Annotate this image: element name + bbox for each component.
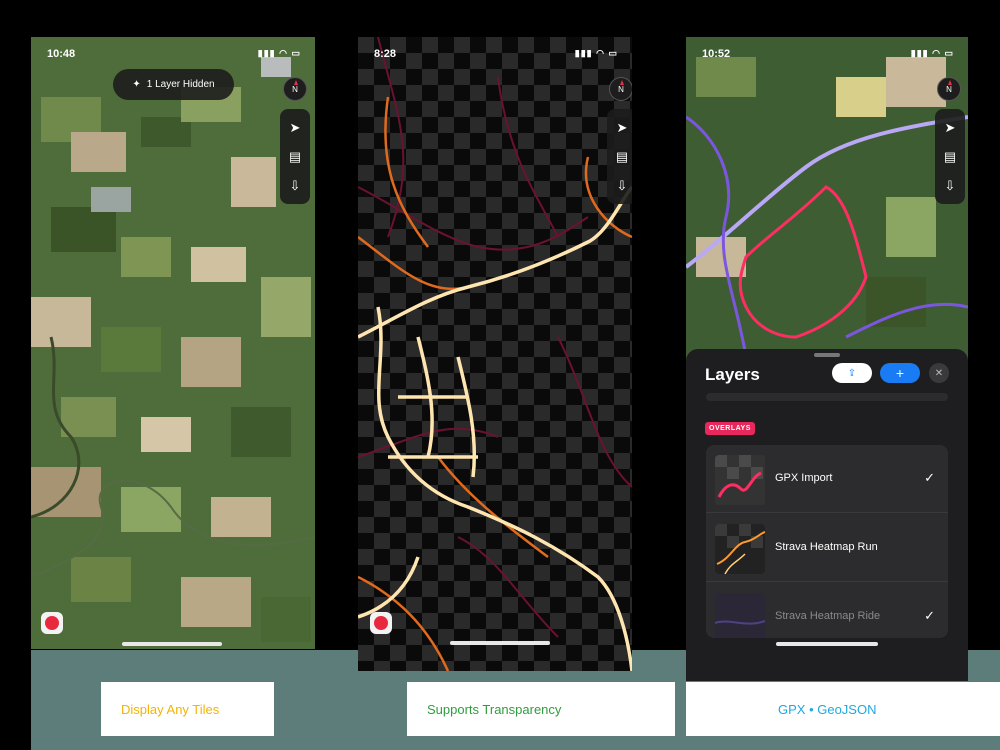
share-button[interactable]: ⇪ (832, 363, 872, 383)
app-logo-button[interactable] (370, 612, 392, 634)
status-icons: ▮▮▮ ◠ ▭ (910, 48, 954, 58)
add-layer-button[interactable]: + (880, 363, 920, 383)
caption-text: Supports Transparency (427, 701, 562, 717)
caption-gpx-geojson: GPX • GeoJSON (686, 682, 1000, 736)
map-icon[interactable]: ▤ (289, 150, 301, 163)
gpx-map[interactable] (686, 37, 968, 357)
layers-sheet: Layers ⇪ + ✕ OVERLAYS GPX Import ✓ Strav… (686, 349, 968, 681)
locate-icon[interactable]: ➤ (290, 121, 301, 134)
status-time: 8:28 (374, 48, 397, 60)
compass-label: N (618, 84, 624, 94)
overlays-badge: OVERLAYS (705, 422, 755, 435)
status-bar: 10:48 ▮▮▮ ◠ ▭ (47, 48, 301, 60)
satellite-map[interactable] (31, 37, 315, 649)
layer-row-strava-run[interactable]: Strava Heatmap Run (706, 514, 948, 582)
caption-display-tiles: Display Any Tiles (101, 682, 274, 736)
layer-name: GPX Import (775, 472, 833, 484)
sheet-title: Layers (705, 365, 760, 384)
checkmark-icon: ✓ (924, 608, 935, 623)
checkmark-icon: ✓ (924, 470, 935, 485)
map-toolbar: ➤ ▤ ⇩ (935, 109, 965, 204)
compass-label: N (946, 84, 952, 94)
download-icon[interactable]: ⇩ (290, 179, 301, 192)
layer-hidden-pill[interactable]: ✦ 1 Layer Hidden (113, 69, 234, 100)
layer-thumbnail (715, 455, 765, 505)
status-time: 10:52 (702, 48, 731, 60)
pill-label: 1 Layer Hidden (146, 79, 215, 90)
compass-icon[interactable]: N (609, 77, 632, 101)
status-time: 10:48 (47, 48, 76, 60)
caption-transparency: Supports Transparency (407, 682, 675, 736)
plus-icon: + (895, 365, 905, 381)
caption-text: Display Any Tiles (121, 701, 220, 717)
compass-icon[interactable]: N (283, 77, 307, 101)
download-icon[interactable]: ⇩ (945, 179, 956, 192)
layer-list: GPX Import ✓ Strava Heatmap Run Strava H… (706, 445, 948, 638)
map-icon[interactable]: ▤ (944, 150, 956, 163)
app-logo-button[interactable] (41, 612, 63, 634)
close-button[interactable]: ✕ (929, 363, 949, 383)
layer-row-strava-ride[interactable]: Strava Heatmap Ride ✓ (706, 583, 948, 638)
locate-icon[interactable]: ➤ (617, 121, 628, 134)
layer-name: Strava Heatmap Run (775, 541, 878, 553)
share-icon: ⇪ (847, 367, 857, 379)
phone-screen-layers: 10:52 ▮▮▮ ◠ ▭ N ➤ ▤ ⇩ Layers ⇪ + ✕ OVERL… (686, 37, 968, 681)
phone-screen-heatmap: 8:28 ▮▮▮ ◠ ▭ N ➤ ▤ ⇩ (358, 37, 632, 671)
caption-text: GPX • GeoJSON (778, 701, 877, 717)
layer-thumbnail (715, 524, 765, 574)
home-indicator (122, 642, 222, 646)
phone-screen-satellite: 10:48 ▮▮▮ ◠ ▭ ✦ 1 Layer Hidden N ➤ ▤ ⇩ (31, 37, 315, 649)
map-icon[interactable]: ▤ (616, 150, 628, 163)
heatmap-map[interactable] (358, 37, 632, 671)
layer-row-gpx-import[interactable]: GPX Import ✓ (706, 445, 948, 513)
compass-icon[interactable]: N (937, 77, 961, 101)
status-bar: 10:52 ▮▮▮ ◠ ▭ (702, 48, 954, 60)
layer-thumbnail (715, 593, 765, 638)
status-icons: ▮▮▮ ◠ ▭ (257, 48, 301, 58)
home-indicator (450, 641, 550, 645)
magic-wand-icon: ✦ (132, 79, 141, 90)
status-bar: 8:28 ▮▮▮ ◠ ▭ (374, 48, 618, 60)
close-icon: ✕ (934, 367, 944, 379)
layer-name: Strava Heatmap Ride (775, 610, 881, 622)
sheet-grabber[interactable] (814, 353, 840, 357)
compass-label: N (292, 84, 298, 94)
map-toolbar: ➤ ▤ ⇩ (280, 109, 310, 204)
search-input[interactable] (706, 393, 948, 401)
home-indicator (776, 642, 878, 646)
download-icon[interactable]: ⇩ (617, 179, 628, 192)
map-toolbar: ➤ ▤ ⇩ (607, 109, 632, 204)
locate-icon[interactable]: ➤ (945, 121, 956, 134)
status-icons: ▮▮▮ ◠ ▭ (574, 48, 618, 58)
